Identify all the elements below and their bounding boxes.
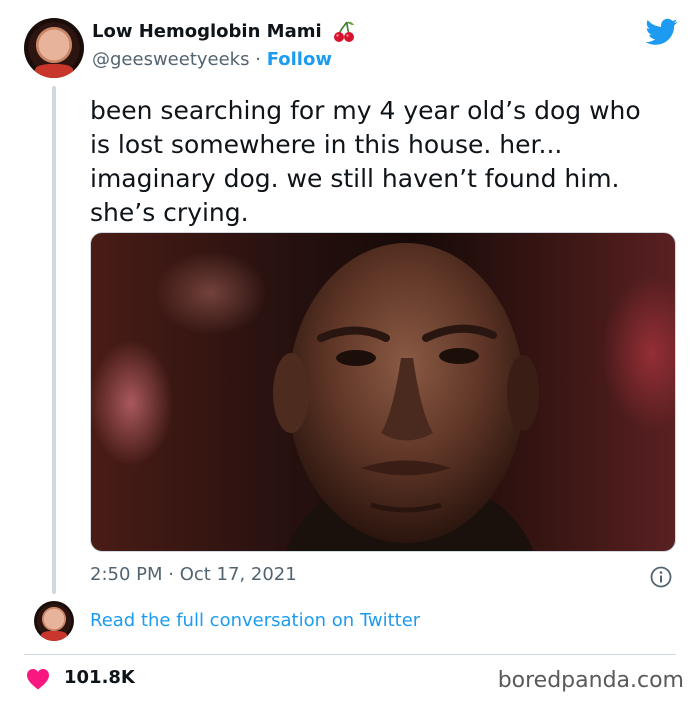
- twitter-bird-icon[interactable]: [646, 18, 678, 46]
- read-full-conversation-link[interactable]: Read the full conversation on Twitter: [90, 610, 420, 631]
- author-avatar[interactable]: [24, 18, 84, 78]
- tweet-timestamp[interactable]: 2:50 PM · Oct 17, 2021: [90, 564, 297, 585]
- info-icon[interactable]: [650, 566, 672, 588]
- cherries-icon: [333, 21, 354, 42]
- tweet-text-line: is lost somewhere in this house. her...: [90, 130, 563, 159]
- divider: [24, 654, 676, 655]
- tweet-text-line: been searching for my 4 year old’s dog w…: [90, 96, 641, 125]
- author-handle[interactable]: @geesweetyeeks: [92, 49, 249, 70]
- tweet-text-line: she’s crying.: [90, 198, 249, 227]
- tweet-text-line: imaginary dog. we still haven’t found hi…: [90, 164, 620, 193]
- author-handle-line: @geesweetyeeks · Follow: [92, 49, 332, 70]
- follow-button[interactable]: Follow: [267, 49, 332, 70]
- separator-dot: ·: [255, 49, 261, 70]
- reply-avatar[interactable]: [34, 601, 74, 641]
- heart-icon[interactable]: [26, 668, 50, 690]
- author-name[interactable]: Low Hemoglobin Mami: [92, 20, 356, 44]
- author-name-text: Low Hemoglobin Mami: [92, 21, 322, 42]
- like-count: 101.8K: [64, 667, 135, 688]
- man-face-photo: [273, 243, 539, 551]
- tweet-text: been searching for my 4 year old’s dog w…: [90, 94, 680, 230]
- boredpanda-watermark: boredpanda.com: [497, 668, 684, 693]
- tweet-photo[interactable]: [90, 232, 676, 552]
- thread-line: [52, 86, 56, 594]
